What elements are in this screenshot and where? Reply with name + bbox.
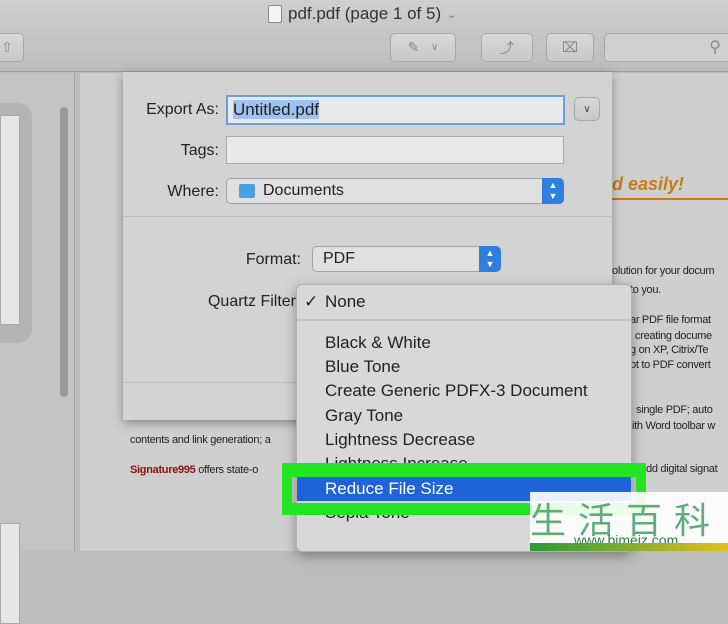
export-as-input[interactable]: Untitled.pdf — [226, 95, 565, 125]
menu-item[interactable]: Blue Tone — [297, 355, 631, 379]
folder-icon — [239, 184, 255, 198]
search-field[interactable]: ⚲ — [604, 33, 728, 62]
doc-line: contents and link generation; a — [130, 434, 271, 446]
doc-line: olution for your docum — [612, 265, 715, 277]
menu-item[interactable]: Gray Tone — [297, 404, 631, 428]
doc-line: creating docume — [635, 330, 712, 342]
doc-heading: d easily! — [612, 174, 685, 194]
format-label: Format: — [245, 251, 301, 268]
menu-item-label: None — [325, 292, 366, 311]
chevron-down-icon[interactable]: ⌄ — [447, 8, 456, 21]
magnifier-icon: ⚲ — [709, 39, 721, 56]
sidebar-scrollbar[interactable] — [60, 107, 68, 397]
doc-line: ith Word toolbar w — [632, 420, 716, 432]
export-as-label: Export As: — [146, 101, 219, 118]
doc-line: dd digital signat — [646, 463, 718, 475]
page-thumbnail[interactable] — [0, 523, 20, 624]
where-popup[interactable]: Documents ▲ ▼ — [226, 178, 564, 204]
brand-name: Signature995 — [130, 464, 196, 476]
format-popup[interactable]: PDF ▲ ▼ — [312, 246, 501, 272]
menu-item[interactable]: Black & White — [297, 331, 631, 355]
menu-item[interactable]: Create Generic PDFX-3 Document — [297, 379, 631, 403]
chevron-down-icon[interactable]: ∨ — [431, 42, 438, 53]
doc-line: g on XP, Citrix/Te — [630, 344, 709, 356]
document-icon — [268, 5, 282, 23]
where-value: Documents — [263, 182, 344, 199]
menu-separator — [297, 319, 631, 321]
toolbox-button[interactable]: ⌧ — [546, 33, 594, 62]
doc-line: ot to PDF convert — [630, 359, 711, 371]
export-as-value: Untitled.pdf — [233, 100, 319, 119]
format-value: PDF — [323, 250, 355, 267]
tags-label: Tags: — [180, 142, 219, 159]
markup-button[interactable]: ✎ ∨ — [390, 33, 456, 62]
quartz-filter-label: Quartz Filter — [207, 293, 296, 310]
checkmark-icon: ✓ — [304, 292, 319, 311]
doc-text: offers state-o — [195, 464, 259, 476]
menu-item[interactable]: Lightness Decrease — [297, 428, 631, 452]
share-icon: ⇧ — [1, 39, 13, 55]
chevron-down-icon: ∨ — [583, 103, 591, 115]
doc-line: to you. — [630, 284, 661, 296]
stepper-icon: ▲ ▼ — [479, 246, 501, 272]
doc-line: ar PDF file format — [630, 314, 711, 326]
toolbox-icon: ⌧ — [561, 39, 579, 55]
doc-line: Signature995 offers state-o — [130, 464, 258, 476]
pen-icon: ✎ — [407, 39, 420, 55]
watermark-logo: 生活百科 www.bimeiz.com — [530, 492, 728, 551]
thumbnail-sidebar — [0, 73, 75, 624]
share-button[interactable]: ⇧ — [0, 33, 24, 62]
watermark-band — [530, 543, 728, 551]
menu-item-none[interactable]: ✓ None — [297, 290, 631, 314]
rotate-icon: ⤴ — [500, 39, 514, 56]
page-thumbnail[interactable] — [0, 115, 20, 325]
rotate-button[interactable]: ⤴ — [481, 33, 533, 62]
doc-line: single PDF; auto — [636, 404, 713, 416]
stepper-icon: ▲ ▼ — [542, 178, 564, 204]
window-title[interactable]: pdf.pdf (page 1 of 5) ⌄ — [268, 4, 456, 24]
tags-input[interactable] — [226, 136, 564, 164]
divider — [123, 216, 612, 217]
divider — [612, 198, 728, 200]
title-toolbar: pdf.pdf (page 1 of 5) ⌄ ⇧ ✎ ∨ ⤴ ⌧ ⚲ — [0, 0, 728, 72]
expand-button[interactable]: ∨ — [574, 97, 600, 121]
where-label: Where: — [167, 183, 219, 200]
